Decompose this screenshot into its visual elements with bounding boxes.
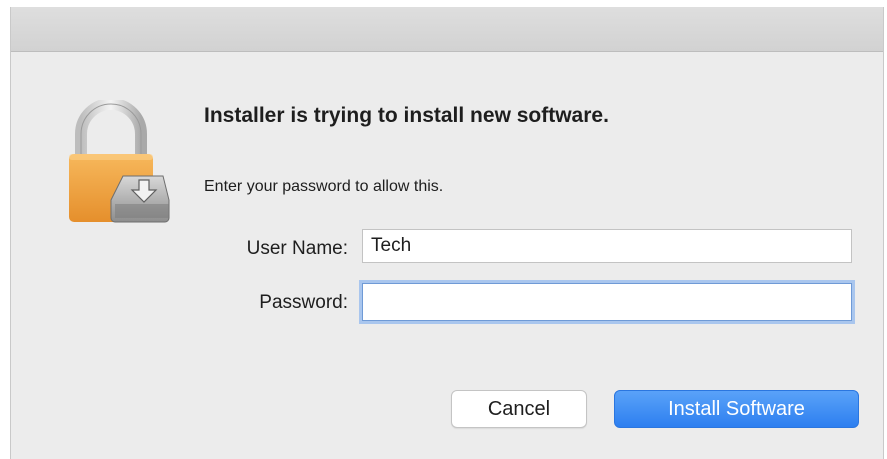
install-software-button[interactable]: Install Software	[614, 390, 859, 428]
authentication-dialog: Installer is trying to install new softw…	[10, 7, 884, 459]
cancel-button[interactable]: Cancel	[451, 390, 587, 428]
dialog-titlebar[interactable]	[11, 7, 883, 52]
username-label: User Name:	[246, 238, 348, 259]
password-label: Password:	[259, 292, 348, 313]
dialog-content: Installer is trying to install new softw…	[11, 52, 883, 459]
username-field[interactable]	[362, 229, 852, 263]
lock-install-icon	[69, 100, 170, 223]
password-field[interactable]	[362, 283, 852, 321]
dialog-heading: Installer is trying to install new softw…	[204, 104, 609, 127]
dialog-message: Enter your password to allow this.	[204, 178, 444, 195]
